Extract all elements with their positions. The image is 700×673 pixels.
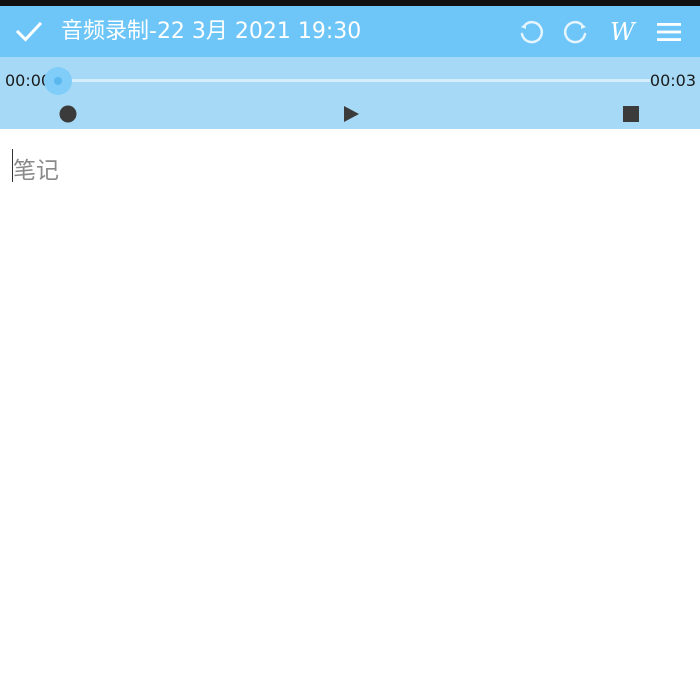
toolbar: 音频录制-22 3月 2021 19:30 W <box>0 6 700 57</box>
seek-track[interactable] <box>60 79 650 82</box>
undo-icon <box>520 20 543 43</box>
redo-button[interactable] <box>557 6 595 57</box>
undo-button[interactable] <box>512 6 550 57</box>
save-check-button[interactable] <box>10 6 48 57</box>
stop-button[interactable] <box>620 103 642 125</box>
play-icon <box>344 106 359 122</box>
note-editor[interactable]: 笔记 <box>0 129 700 673</box>
redo-icon <box>564 20 587 43</box>
total-time: 00:03 <box>649 71 696 90</box>
wiki-link-button[interactable]: W <box>603 6 641 57</box>
record-icon <box>59 105 77 123</box>
wiki-link-icon: W <box>610 17 635 46</box>
menu-button[interactable] <box>650 6 688 57</box>
page-title: 音频录制-22 3月 2021 19:30 <box>61 19 362 44</box>
check-icon <box>16 21 42 42</box>
record-button[interactable] <box>57 103 79 125</box>
seek-thumb-dot <box>54 77 62 85</box>
seek-thumb[interactable] <box>44 67 72 95</box>
note-placeholder: 笔记 <box>13 158 59 184</box>
menu-icon <box>657 22 681 41</box>
audio-player: 00:00 00:03 <box>0 57 700 129</box>
stop-icon <box>623 106 639 122</box>
play-button[interactable] <box>340 103 362 125</box>
